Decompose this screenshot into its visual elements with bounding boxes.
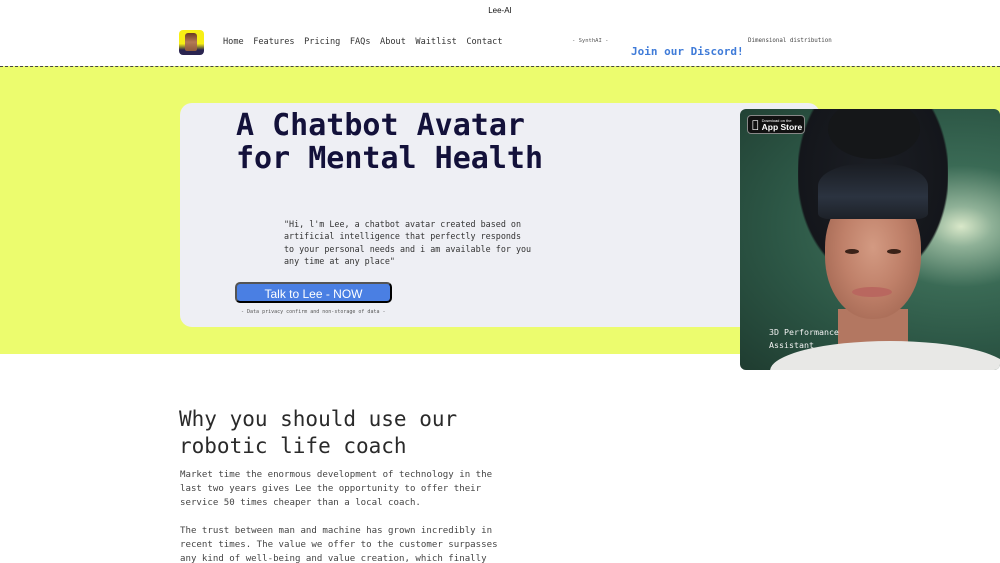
page-title: Lee-AI	[488, 6, 512, 15]
join-discord-link[interactable]: Join our Discord!	[631, 45, 744, 58]
why-title-line1: Why you should use our	[179, 407, 458, 431]
why-section-title: Why you should use our robotic life coac…	[179, 406, 457, 460]
lee-logo-icon[interactable]	[179, 29, 204, 55]
app-store-badge[interactable]:  Download on the App Store	[747, 115, 805, 134]
nav-link-contact[interactable]: Contact	[466, 37, 502, 47]
avatar-caption-line2: Assistant	[769, 340, 814, 350]
nav-link-features[interactable]: Features	[253, 37, 294, 47]
nav-link-waitlist[interactable]: Waitlist	[415, 37, 456, 47]
nav-link-home[interactable]: Home	[223, 37, 244, 47]
why-paragraph-2: The trust between man and machine has gr…	[180, 526, 498, 563]
dimensional-distribution-link[interactable]: Dimensional distribution	[748, 38, 832, 44]
talk-to-lee-button[interactable]: Talk to Lee - NOW	[235, 282, 392, 303]
avatar-bangs	[818, 164, 928, 219]
main-nav: Home Features Pricing FAQs About Waitlis…	[179, 29, 512, 55]
nav-link-about[interactable]: About	[380, 37, 406, 47]
avatar-eye-right	[887, 249, 901, 254]
synthai-label[interactable]: - SynthAI -	[572, 38, 608, 44]
avatar-caption: 3D Performance Assistant	[769, 326, 839, 352]
why-paragraph-1: Market time the enormous development of …	[180, 470, 493, 508]
hero-card: A Chatbot Avatar for Mental Health "Hi, …	[180, 103, 820, 327]
hero-title: A Chatbot Avatar for Mental Health	[236, 108, 544, 176]
app-store-big-text: App Store	[755, 121, 803, 132]
nav-link-pricing[interactable]: Pricing	[304, 37, 340, 47]
hero-quote: "Hi, l'm Lee, a chatbot avatar created b…	[284, 219, 532, 267]
avatar-caption-line1: 3D Performance	[769, 327, 839, 337]
apple-icon: 	[752, 119, 759, 130]
why-title-line2: robotic life coach	[179, 434, 407, 458]
privacy-note: - Data privacy confirm and non-storage o…	[241, 309, 386, 315]
avatar-eye-left	[845, 249, 859, 254]
avatar-card:  Download on the App Store 3D Performan…	[740, 109, 1000, 370]
logo-face	[185, 32, 197, 51]
app-store-text: Download on the App Store	[762, 118, 803, 132]
nav-links: Home Features Pricing FAQs About Waitlis…	[223, 37, 512, 47]
nav-link-faqs[interactable]: FAQs	[350, 37, 371, 47]
avatar-lips	[852, 287, 892, 297]
